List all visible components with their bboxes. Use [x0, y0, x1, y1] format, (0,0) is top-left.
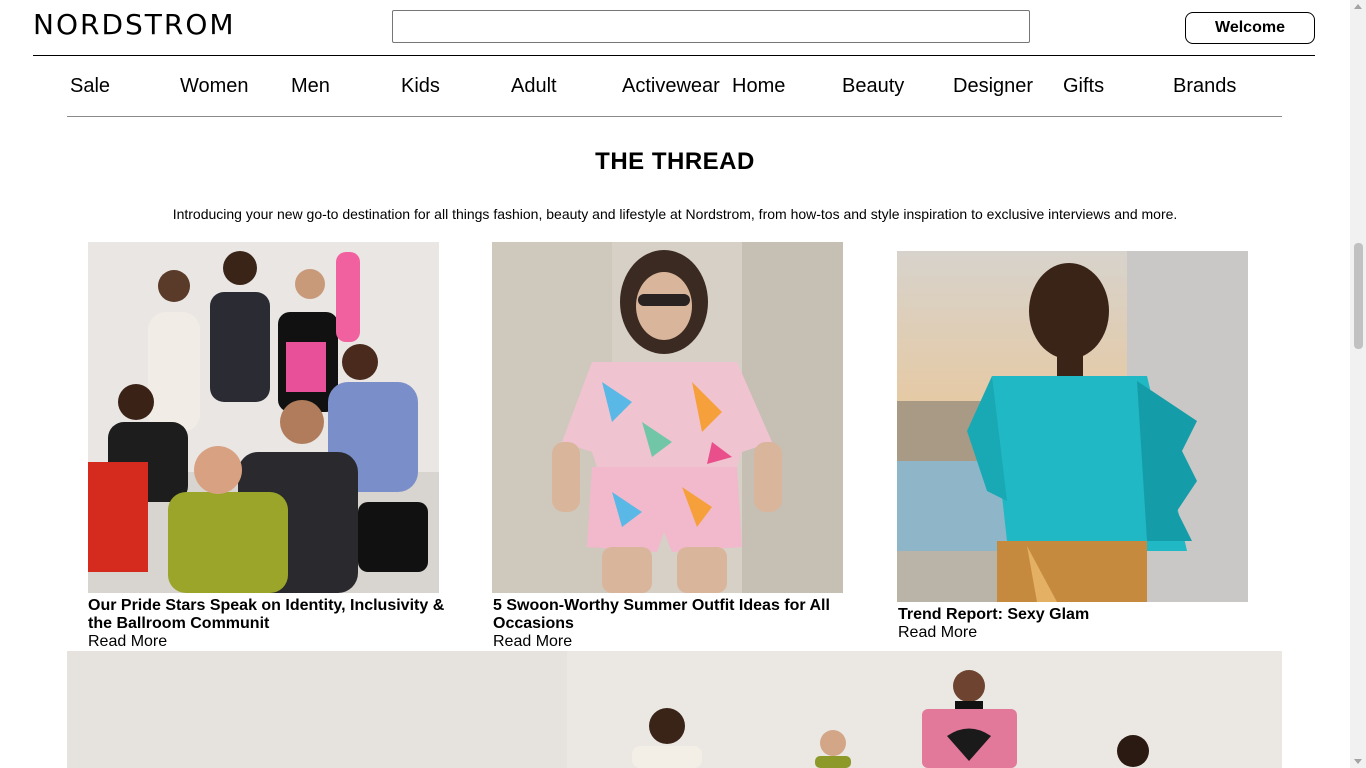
nav-item-women[interactable]: Women	[180, 75, 249, 98]
read-more-link-pride[interactable]: Read More	[88, 633, 167, 651]
nav-item-designer[interactable]: Designer	[953, 75, 1033, 98]
card-image-glam[interactable]	[897, 251, 1248, 602]
nav-item-sale[interactable]: Sale	[70, 75, 110, 98]
scrollbar-thumb[interactable]	[1354, 243, 1363, 349]
nav-item-kids[interactable]: Kids	[401, 75, 440, 98]
page-title: THE THREAD	[595, 148, 755, 175]
nav-item-home[interactable]: Home	[732, 75, 785, 98]
card-image-summer[interactable]	[492, 242, 843, 593]
hero-banner[interactable]	[67, 651, 1282, 768]
welcome-button[interactable]: Welcome	[1185, 12, 1315, 44]
card-title-glam[interactable]: Trend Report: Sexy Glam	[898, 606, 1258, 624]
main-nav: Sale Women Men Kids Adult Activewear Hom…	[67, 70, 1282, 104]
scroll-down-arrow-icon[interactable]	[1354, 759, 1362, 764]
intro-text: Introducing your new go-to destination f…	[172, 206, 1178, 222]
read-more-link-glam[interactable]: Read More	[898, 624, 977, 642]
search-input[interactable]	[392, 10, 1030, 43]
vertical-scrollbar[interactable]	[1350, 0, 1366, 768]
pride-group-photo	[88, 242, 439, 593]
nav-item-brands[interactable]: Brands	[1173, 75, 1236, 98]
nordstrom-logo[interactable]: NORDSTROM	[33, 10, 236, 40]
summer-outfit-photo	[492, 242, 843, 593]
nav-item-men[interactable]: Men	[291, 75, 330, 98]
card-image-pride[interactable]	[88, 242, 439, 593]
card-title-summer[interactable]: 5 Swoon-Worthy Summer Outfit Ideas for A…	[493, 597, 853, 633]
hero-group-photo	[67, 651, 1282, 768]
nav-item-activewear[interactable]: Activewear	[622, 75, 720, 98]
nav-item-beauty[interactable]: Beauty	[842, 75, 904, 98]
scroll-up-arrow-icon[interactable]	[1354, 4, 1362, 9]
sexy-glam-photo	[897, 251, 1248, 602]
header-divider	[33, 55, 1315, 56]
nav-divider	[67, 116, 1282, 117]
nav-item-adult[interactable]: Adult	[511, 75, 557, 98]
card-title-pride[interactable]: Our Pride Stars Speak on Identity, Inclu…	[88, 597, 448, 633]
read-more-link-summer[interactable]: Read More	[493, 633, 572, 651]
nav-item-gifts[interactable]: Gifts	[1063, 75, 1104, 98]
